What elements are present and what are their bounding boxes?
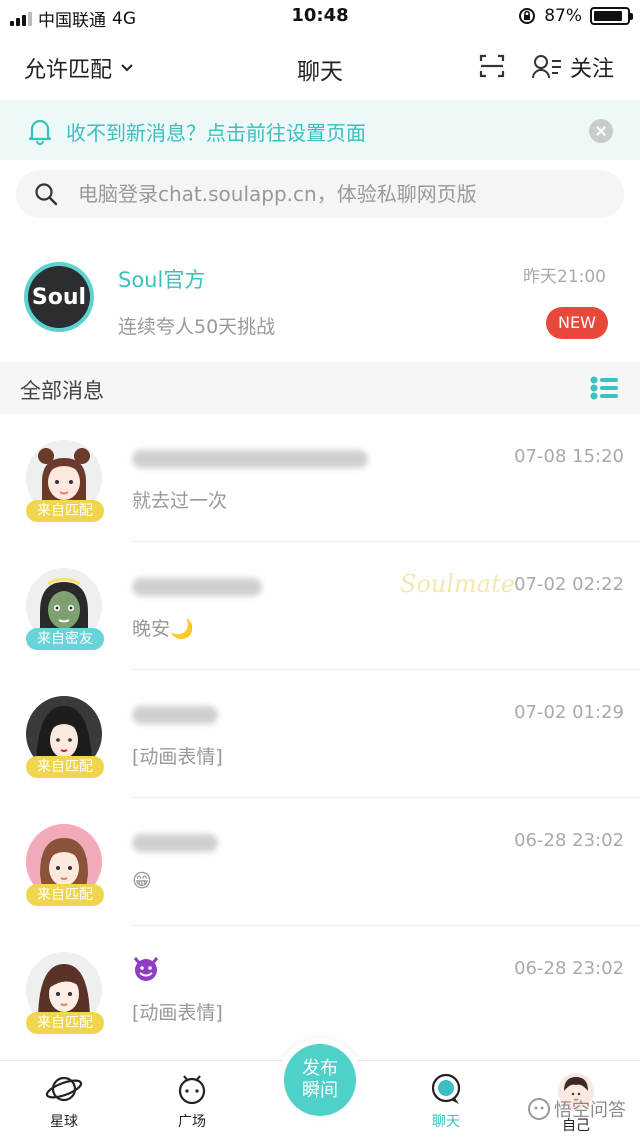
tab-planet[interactable]: 星球 <box>24 1073 104 1131</box>
scan-icon[interactable] <box>478 52 506 80</box>
message-row[interactable]: 来自匹配 [动画表情] 06-28 23:02 <box>0 926 640 1054</box>
wukong-logo-icon <box>528 1098 550 1120</box>
message-preview: [动画表情] <box>132 1002 223 1024</box>
battery-icon <box>590 7 633 25</box>
tab-planet-label: 星球 <box>50 1114 78 1130</box>
message-list: 来自匹配 就去过一次 07-08 15:20 来自密友 Soulmate 晚安🌙… <box>0 414 640 1054</box>
close-icon[interactable] <box>589 119 613 143</box>
message-time: 07-08 15:20 <box>514 446 624 467</box>
chevron-down-icon <box>121 64 133 72</box>
avatar-wrap: 来自匹配 <box>26 440 104 522</box>
rotation-lock-icon <box>519 8 536 24</box>
status-right: 87% <box>518 6 633 26</box>
source-tag: 来自匹配 <box>26 884 104 906</box>
message-row[interactable]: 来自匹配 😁 06-28 23:02 <box>0 798 640 926</box>
header: 允许匹配 聊天 关注 <box>0 34 640 98</box>
notification-banner[interactable]: 收不到新消息？点击前往设置页面 <box>0 100 640 160</box>
message-row[interactable]: 来自匹配 [动画表情] 07-02 01:29 <box>0 670 640 798</box>
wukong-text: 悟空问答 <box>554 1100 626 1121</box>
search-input[interactable] <box>78 170 608 218</box>
tab-chat-label: 聊天 <box>432 1114 460 1130</box>
official-conversation[interactable]: Soul Soul官方 连续夸人50天挑战 昨天21:00 NEW <box>0 234 640 358</box>
official-time: 昨天21:00 <box>523 267 606 287</box>
status-bar: 中国联通 4G 10:48 87% <box>0 0 640 34</box>
soul-logo: Soul <box>24 262 94 332</box>
tab-square-label: 广场 <box>178 1114 206 1130</box>
message-row[interactable]: 来自密友 Soulmate 晚安🌙 07-02 02:22 <box>0 542 640 670</box>
avatar-wrap: 来自密友 <box>26 568 104 650</box>
publish-label: 发布瞬间 <box>302 1058 338 1101</box>
new-badge: NEW <box>546 307 608 339</box>
chat-icon <box>431 1073 461 1104</box>
message-preview: 就去过一次 <box>132 490 228 512</box>
bell-icon <box>28 119 52 145</box>
message-time: 07-02 01:29 <box>514 702 624 723</box>
message-time: 06-28 23:02 <box>514 958 624 979</box>
match-label: 允许匹配 <box>24 58 113 83</box>
follow-label: 关注 <box>569 57 614 82</box>
source-tag: 来自匹配 <box>26 756 104 778</box>
message-preview: 晚安🌙 <box>132 618 194 640</box>
list-view-icon[interactable] <box>590 376 618 400</box>
section-header: 全部消息 <box>0 362 640 414</box>
tab-square[interactable]: 广场 <box>152 1073 232 1131</box>
avatar-wrap: 来自匹配 <box>26 696 104 778</box>
search-icon <box>35 183 58 206</box>
search-bar[interactable] <box>16 170 624 218</box>
message-row[interactable]: 来自匹配 就去过一次 07-08 15:20 <box>0 414 640 542</box>
battery-percent: 87% <box>544 6 582 26</box>
planet-icon <box>45 1076 83 1102</box>
battery-fill <box>594 11 622 21</box>
devil-emoji-icon <box>133 957 159 981</box>
message-preview: 😁 <box>132 870 152 892</box>
avatar-wrap: 来自匹配 <box>26 824 104 906</box>
section-title: 全部消息 <box>20 379 104 403</box>
publish-moment-button[interactable]: 发布瞬间 <box>284 1044 356 1116</box>
official-preview: 连续夸人50天挑战 <box>118 316 276 338</box>
square-icon <box>178 1075 206 1105</box>
wukong-watermark: 悟空问答 <box>528 1096 626 1122</box>
avatar-wrap: 来自匹配 <box>26 952 104 1034</box>
official-name: Soul官方 <box>118 268 206 292</box>
source-tag: 来自匹配 <box>26 1012 104 1034</box>
soul-logo-text: Soul <box>28 266 90 328</box>
follow-button[interactable]: 关注 <box>531 51 614 83</box>
source-tag: 来自匹配 <box>26 500 104 522</box>
soulmate-watermark: Soulmate <box>400 570 515 598</box>
message-time: 06-28 23:02 <box>514 830 624 851</box>
message-preview: [动画表情] <box>132 746 223 768</box>
source-tag: 来自密友 <box>26 628 104 650</box>
tab-chat[interactable]: 聊天 <box>406 1073 486 1131</box>
blurred-name <box>132 830 218 856</box>
match-dropdown[interactable]: 允许匹配 <box>24 52 134 84</box>
blurred-name <box>132 702 218 728</box>
blurred-name <box>132 574 262 600</box>
notice-text: 收不到新消息？点击前往设置页面 <box>66 121 366 145</box>
message-time: 07-02 02:22 <box>514 574 624 595</box>
contacts-icon <box>531 55 561 79</box>
blurred-name <box>132 446 368 472</box>
